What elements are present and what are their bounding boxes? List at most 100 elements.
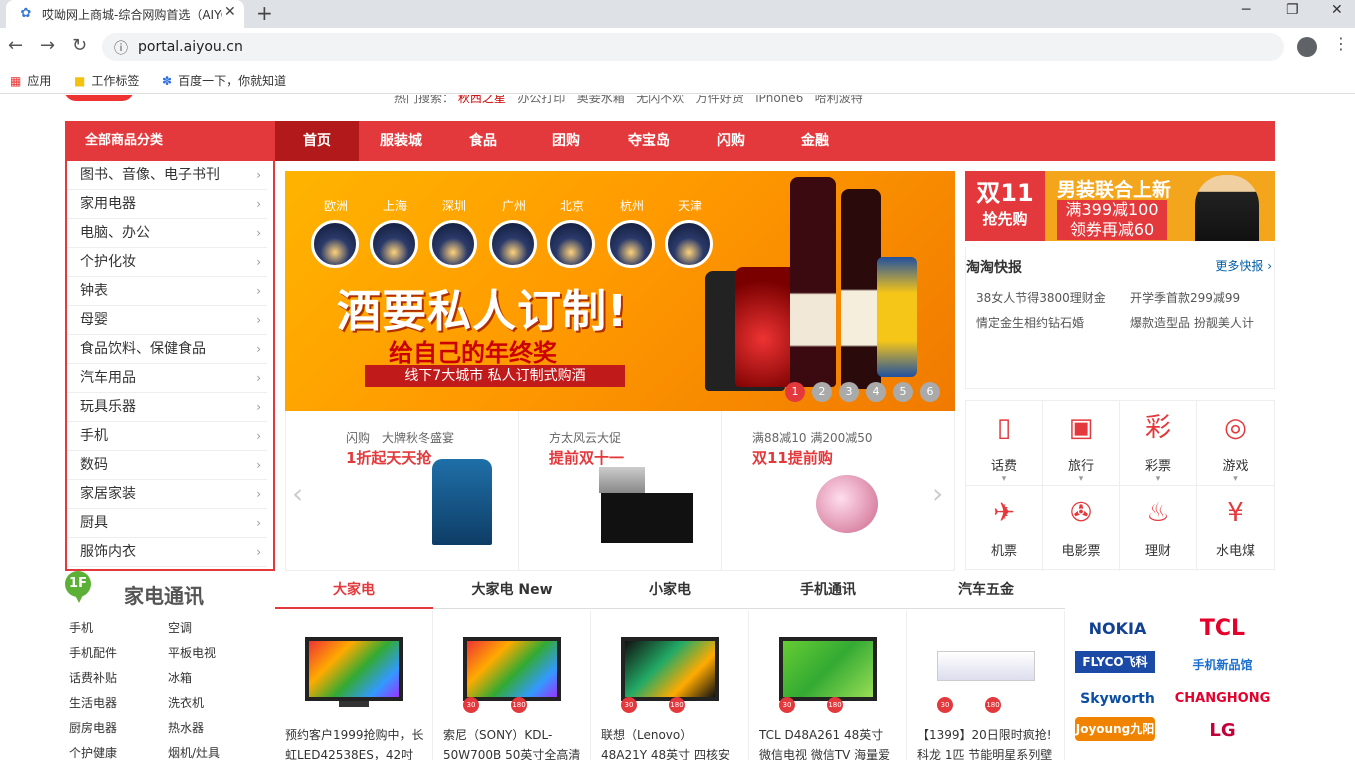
floor-link[interactable]: 手机配件 [69, 644, 117, 661]
nav-group-buy[interactable]: 团购 [524, 121, 608, 161]
back-icon[interactable]: ← [8, 36, 23, 56]
hot-term[interactable]: 哈利波特 [815, 95, 863, 105]
carousel-dot[interactable]: 5 [893, 382, 913, 402]
floor-link[interactable]: 厨房电器 [69, 719, 117, 736]
carousel-dot[interactable]: 3 [839, 382, 859, 402]
category-item[interactable]: 手机 › [67, 422, 267, 451]
carousel-dot[interactable]: 2 [812, 382, 832, 402]
product-card[interactable]: 30 180 索尼（SONY）KDL-50W700B 50英寸全高清LED [433, 611, 591, 760]
carousel-dot[interactable]: 6 [920, 382, 940, 402]
more-news-link[interactable]: 更多快报 › [1215, 257, 1272, 274]
brand-logo[interactable]: LG [1170, 713, 1275, 749]
service-phone-bill[interactable]: ▯ 话费 ▾ [966, 401, 1043, 486]
carousel-dot[interactable]: 1 [785, 382, 805, 402]
category-item[interactable]: 食品饮料、保健食品 › [67, 335, 267, 364]
floor-link[interactable]: 空调 [168, 619, 192, 636]
service-travel[interactable]: ▣ 旅行 ▾ [1043, 401, 1120, 486]
bookmark-baidu[interactable]: ✽ 百度一下，你就知道 [162, 72, 286, 89]
promo-card[interactable]: 满88减10 满200减50 双11提前购 [722, 411, 956, 571]
brand-logo[interactable]: 手机新品馆 [1170, 647, 1275, 683]
brand-logo[interactable]: Joyoung九阳 [1075, 717, 1155, 741]
hot-term[interactable]: 办公打印 [517, 95, 565, 105]
brand-logo[interactable]: FLYCO飞科 [1075, 651, 1155, 673]
new-tab-button[interactable]: + [256, 1, 273, 25]
floor-link[interactable]: 平板电视 [168, 644, 216, 661]
forward-icon[interactable]: → [40, 36, 55, 56]
tab-major-appliances-new[interactable]: 大家电 New [433, 579, 591, 609]
floor-link[interactable]: 生活电器 [69, 694, 117, 711]
floor-link[interactable]: 烟机/灶具 [168, 744, 220, 760]
nav-flash-sale[interactable]: 闪购 [689, 121, 773, 161]
news-item[interactable]: 爆款造型品 扮靓美人计 [1130, 314, 1254, 331]
floor-link[interactable]: 热水器 [168, 719, 204, 736]
product-card[interactable]: 30 180 【1399】20日限时疯抢! 科龙 1匹 节能明星系列壁 [907, 611, 1065, 760]
category-item[interactable]: 钟表 › [67, 277, 267, 306]
nav-clothing[interactable]: 服装城 [359, 121, 443, 161]
category-item[interactable]: 电脑、办公 › [67, 219, 267, 248]
brand-logo[interactable]: NOKIA [1065, 611, 1170, 647]
brand-logo[interactable]: TCL [1170, 611, 1275, 647]
product-card[interactable]: 预约客户1999抢购中，长虹LED42538ES，42吋窄 [275, 611, 433, 760]
floor-link[interactable]: 话费补贴 [69, 669, 117, 686]
tab-auto-hardware[interactable]: 汽车五金 [907, 579, 1065, 609]
bookmark-apps[interactable]: ▦ 应用 [10, 72, 51, 89]
promo-card[interactable]: 闪购 大牌秋冬盛宴 1折起天天抢 [286, 411, 519, 571]
all-categories-header[interactable]: 全部商品分类 [65, 121, 275, 161]
hot-term[interactable]: 秋西之星 [458, 95, 506, 105]
news-item[interactable]: 开学季首款299减99 [1130, 289, 1240, 306]
nav-food[interactable]: 食品 [441, 121, 525, 161]
nav-home[interactable]: 首页 [275, 121, 359, 161]
tab-mobile[interactable]: 手机通讯 [749, 579, 907, 609]
category-item[interactable]: 数码 › [67, 451, 267, 480]
bookmark-work[interactable]: ■ 工作标签 [74, 72, 139, 89]
category-item[interactable]: 玩具乐器 › [67, 393, 267, 422]
carousel-dot[interactable]: 4 [866, 382, 886, 402]
reload-icon[interactable]: ↻ [72, 36, 87, 56]
site-info-icon[interactable]: ⓘ [114, 38, 128, 58]
tab-small-appliances[interactable]: 小家电 [591, 579, 749, 609]
menu-kebab-icon[interactable]: ⋮ [1333, 34, 1349, 53]
category-item[interactable]: 母婴 › [67, 306, 267, 335]
chevron-right-icon[interactable]: › [932, 477, 943, 510]
floor-link[interactable]: 冰箱 [168, 669, 192, 686]
hot-term[interactable]: 无闪不欢 [636, 95, 684, 105]
category-item[interactable]: 个护化妆 › [67, 248, 267, 277]
browser-tab[interactable]: ✿ 哎呦网上商城-综合网购首选（AIYOU.CN） ✕ [6, 0, 244, 28]
service-utilities[interactable]: ¥ 水电煤 [1197, 486, 1274, 571]
service-flights[interactable]: ✈ 机票 [966, 486, 1043, 571]
floor-link[interactable]: 洗衣机 [168, 694, 204, 711]
close-tab-icon[interactable]: ✕ [224, 4, 236, 20]
promo-ad[interactable]: 双11 抢先购 男装联合上新 满399减100 领券再减60 [965, 171, 1275, 241]
tab-major-appliances[interactable]: 大家电 [275, 579, 433, 609]
product-card[interactable]: 30 180 联想（Lenovo） 48A21Y 48英寸 四核安卓4.0 智能 [591, 611, 749, 760]
news-item[interactable]: 38女人节得3800理财金 [976, 289, 1106, 306]
maximize-icon[interactable]: ❐ [1286, 2, 1299, 18]
floor-link[interactable]: 个护健康 [69, 744, 117, 760]
nav-finance[interactable]: 金融 [773, 121, 857, 161]
category-item[interactable]: 家用电器 › [67, 190, 267, 219]
category-item[interactable]: 厨具 › [67, 509, 267, 538]
category-item[interactable]: 家居家装 › [67, 480, 267, 509]
close-window-icon[interactable]: ✕ [1331, 2, 1343, 18]
hot-term[interactable]: 奥妾水箱 [577, 95, 625, 105]
address-bar[interactable]: ⓘ portal.aiyou.cn [102, 33, 1284, 61]
service-lottery[interactable]: 彩彩票 ▾ [1120, 401, 1197, 486]
profile-avatar-icon[interactable] [1297, 37, 1317, 57]
service-finance[interactable]: ♨ 理财 [1120, 486, 1197, 571]
minimize-icon[interactable]: ─ [1242, 2, 1250, 18]
floor-link[interactable]: 手机 [69, 619, 93, 636]
product-card[interactable]: 30 180 TCL D48A261 48英寸 微信电视 微信TV 海量爱奇 [749, 611, 907, 760]
promo-card[interactable]: 方太风云大促 提前双十一 [519, 411, 722, 571]
service-games[interactable]: ◎ 游戏 ▾ [1197, 401, 1274, 486]
hero-banner[interactable]: 欧洲 上海 深圳 广州 北京 杭州 天津 酒要私人订制! 给自己的年终奖 线下7… [285, 171, 955, 411]
brand-logo[interactable]: CHANGHONG [1170, 681, 1275, 717]
brand-logo[interactable]: Skyworth [1065, 681, 1170, 717]
hot-term[interactable]: 万件好货 [696, 95, 744, 105]
nav-treasure[interactable]: 夺宝岛 [607, 121, 691, 161]
hot-term[interactable]: iPhone6 [755, 95, 803, 105]
category-item[interactable]: 汽车用品 › [67, 364, 267, 393]
site-logo[interactable] [64, 95, 134, 101]
service-movies[interactable]: ✇ 电影票 [1043, 486, 1120, 571]
category-item[interactable]: 图书、音像、电子书刊 › [67, 161, 267, 190]
category-item[interactable]: 服饰内衣 › [67, 538, 267, 567]
